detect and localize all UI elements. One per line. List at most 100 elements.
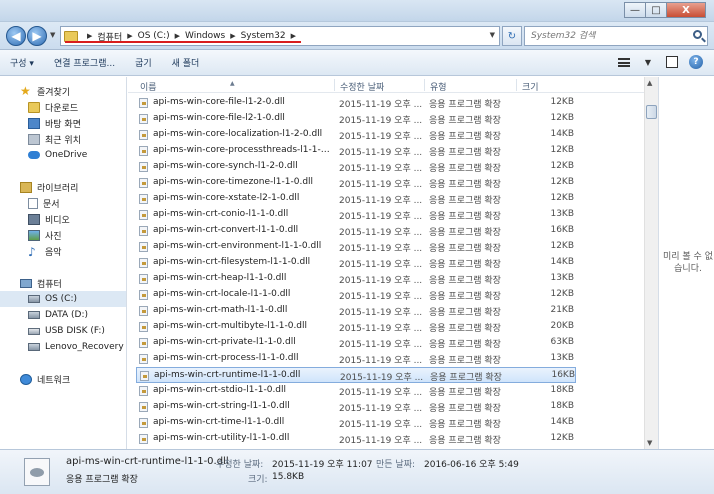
chevron-right-icon[interactable]: ▶ [230, 32, 235, 40]
nav-item-documents[interactable]: 문서 [28, 195, 126, 211]
table-row[interactable]: api-ms-win-crt-process-l1-1-0.dll 2015-11… [136, 351, 576, 367]
breadcrumb-system32[interactable]: System32 [241, 31, 286, 41]
table-row[interactable]: api-ms-win-crt-conio-l1-1-0.dll 2015-11-1… [136, 207, 576, 223]
file-name-cell: api-ms-win-crt-heap-l1-1-0.dll [153, 273, 287, 283]
chevron-down-icon[interactable]: ▼ [490, 31, 495, 39]
table-row[interactable]: api-ms-win-core-xstate-l2-1-0.dll 2015-11… [136, 191, 576, 207]
folder-icon [64, 30, 78, 42]
music-note-icon: ♪ [28, 244, 36, 259]
file-type-cell: 응용 프로그램 확장 [429, 244, 501, 254]
file-type-cell: 응용 프로그램 확장 [429, 340, 501, 350]
file-date-cell: 2015-11-19 오후 ... [339, 196, 423, 206]
help-button[interactable]: ? [686, 53, 706, 71]
file-name-cell: api-ms-win-core-localization-l1-2-0.dll [153, 129, 323, 139]
history-dropdown-icon[interactable]: ▼ [50, 31, 55, 39]
dll-file-icon [139, 418, 148, 428]
file-type-cell: 응용 프로그램 확장 [429, 164, 501, 174]
scroll-up-icon[interactable]: ▲ [647, 79, 652, 87]
view-options-dropdown[interactable]: ▼ [638, 53, 658, 71]
table-row[interactable]: api-ms-win-crt-string-l1-1-0.dll 2015-11-… [136, 399, 576, 415]
table-row[interactable]: api-ms-win-crt-stdio-l1-1-0.dll 2015-11-1… [136, 383, 576, 399]
table-row-selected[interactable]: api-ms-win-crt-runtime-l1-1-0.dll 2015-11… [136, 367, 576, 383]
table-row[interactable]: api-ms-win-crt-private-l1-1-0.dll 2015-11… [136, 335, 576, 351]
nav-favorites[interactable]: ★ 즐겨찾기 [20, 83, 126, 99]
table-row[interactable]: api-ms-win-crt-utility-l1-1-0.dll 2015-11… [136, 431, 576, 447]
search-icon[interactable] [693, 30, 702, 39]
table-row[interactable]: api-ms-win-crt-multibyte-l1-1-0.dll 2015-… [136, 319, 576, 335]
chevron-right-icon[interactable]: ▶ [127, 32, 132, 40]
dll-file-icon [140, 371, 149, 381]
nav-item-onedrive[interactable]: OneDrive [28, 147, 126, 163]
table-row[interactable]: api-ms-win-core-synch-l1-2-0.dll 2015-11-… [136, 159, 576, 175]
breadcrumb-windows[interactable]: Windows [185, 31, 225, 41]
nav-network[interactable]: 네트워크 [20, 371, 126, 387]
table-row[interactable]: api-ms-win-crt-time-l1-1-0.dll 2015-11-19… [136, 415, 576, 431]
file-size-cell: 12KB [550, 433, 574, 443]
search-input[interactable] [531, 31, 687, 41]
nav-item-lenovo-recovery[interactable]: Lenovo_Recovery (C [28, 339, 126, 355]
column-divider[interactable] [516, 79, 517, 91]
nav-item-data-d[interactable]: DATA (D:) [28, 307, 126, 323]
table-row[interactable]: api-ms-win-crt-convert-l1-1-0.dll 2015-11… [136, 223, 576, 239]
nav-item-label: OS (C:) [45, 294, 77, 304]
column-header-name[interactable]: 이름 [140, 80, 157, 93]
file-type-cell: 응용 프로그램 확장 [429, 436, 501, 446]
dll-file-icon [139, 114, 148, 124]
chevron-right-icon[interactable]: ▶ [291, 32, 296, 40]
nav-item-os-c[interactable]: OS (C:) [0, 291, 126, 307]
burn-button[interactable]: 굽기 [125, 53, 162, 73]
close-button[interactable]: X [666, 2, 706, 18]
organize-button[interactable]: 구성 ▾ [0, 53, 44, 73]
dll-file-icon [139, 226, 148, 236]
column-divider[interactable] [424, 79, 425, 91]
file-size-cell: 13KB [550, 273, 574, 283]
nav-item-desktop[interactable]: 바탕 화면 [28, 115, 126, 131]
back-button[interactable]: ◀ [6, 26, 26, 46]
table-row[interactable]: api-ms-win-core-timezone-l1-1-0.dll 2015-… [136, 175, 576, 191]
column-header-date[interactable]: 수정한 날짜 [340, 80, 384, 93]
open-with-button[interactable]: 연결 프로그램... [44, 53, 125, 73]
table-row[interactable]: api-ms-win-crt-heap-l1-1-0.dll 2015-11-19… [136, 271, 576, 287]
nav-item-downloads[interactable]: 다운로드 [28, 99, 126, 115]
table-row[interactable]: api-ms-win-crt-filesystem-l1-1-0.dll 2015… [136, 255, 576, 271]
column-header-size[interactable]: 크기 [522, 80, 539, 93]
onedrive-cloud-icon [28, 151, 40, 159]
new-folder-button[interactable]: 새 폴더 [162, 53, 210, 73]
chevron-right-icon[interactable]: ▶ [87, 32, 92, 40]
table-row[interactable]: api-ms-win-core-processthreads-l1-1-1...… [136, 143, 576, 159]
nav-computer[interactable]: 컴퓨터 [20, 275, 126, 291]
table-row[interactable]: api-ms-win-core-file-l2-1-0.dll 2015-11-1… [136, 111, 576, 127]
search-box[interactable] [524, 26, 708, 46]
address-bar[interactable]: ▶ 컴퓨터 ▶ OS (C:) ▶ Windows ▶ System32 ▶ ▼ [60, 26, 500, 46]
column-divider[interactable] [334, 79, 335, 91]
nav-item-pictures[interactable]: 사진 [28, 227, 126, 243]
nav-item-usb-disk[interactable]: USB DISK (F:) [28, 323, 126, 339]
maximize-button[interactable]: □ [645, 2, 667, 18]
forward-button[interactable]: ▶ [27, 26, 47, 46]
nav-item-music[interactable]: ♪ 음악 [28, 243, 126, 259]
table-row[interactable]: api-ms-win-crt-locale-l1-1-0.dll 2015-11-… [136, 287, 576, 303]
file-name-cell: api-ms-win-crt-multibyte-l1-1-0.dll [153, 321, 308, 331]
breadcrumb-os-c[interactable]: OS (C:) [138, 31, 170, 41]
vertical-scrollbar[interactable]: ▲ ▼ [644, 77, 658, 449]
table-row[interactable]: api-ms-win-crt-environment-l1-1-0.dll 201… [136, 239, 576, 255]
nav-libraries[interactable]: 라이브러리 [20, 179, 126, 195]
scroll-down-icon[interactable]: ▼ [647, 439, 652, 447]
table-row[interactable]: api-ms-win-crt-math-l1-1-0.dll 2015-11-19… [136, 303, 576, 319]
file-size-cell: 12KB [550, 161, 574, 171]
nav-item-recent-places[interactable]: 최근 위치 [28, 131, 126, 147]
table-row[interactable]: api-ms-win-core-localization-l1-2-0.dll 2… [136, 127, 576, 143]
refresh-button[interactable]: ↻ [502, 26, 522, 46]
preview-pane-icon [666, 56, 678, 68]
dll-file-icon [139, 146, 148, 156]
change-view-button[interactable] [614, 53, 634, 71]
table-row[interactable]: api-ms-win-core-file-l1-2-0.dll 2015-11-1… [136, 95, 576, 111]
file-type-cell: 응용 프로그램 확장 [429, 260, 501, 270]
nav-item-videos[interactable]: 비디오 [28, 211, 126, 227]
chevron-right-icon[interactable]: ▶ [175, 32, 180, 40]
file-type-cell: 응용 프로그램 확장 [429, 116, 501, 126]
preview-pane-button[interactable] [662, 53, 682, 71]
minimize-button[interactable]: — [624, 2, 646, 18]
column-header-type[interactable]: 유형 [430, 80, 447, 93]
scrollbar-thumb[interactable] [646, 105, 657, 119]
